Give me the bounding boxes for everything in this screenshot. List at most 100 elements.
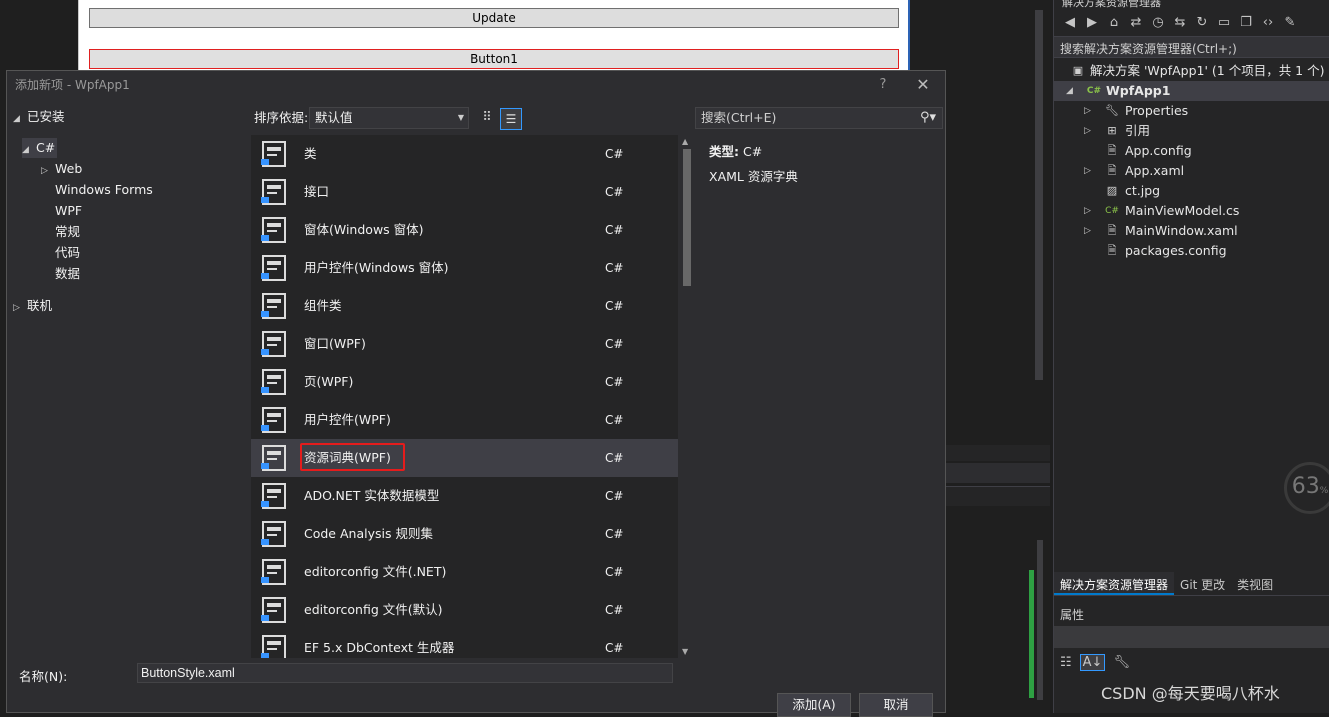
switch-views-icon[interactable]: ⇄ — [1128, 15, 1144, 30]
resource-dictionary-icon — [259, 443, 289, 473]
collapsed-arrow-icon[interactable]: ▷ — [1084, 101, 1094, 121]
tree-item-properties[interactable]: ▷ 🔧︎ Properties — [1054, 101, 1329, 121]
close-button[interactable]: ✕ — [913, 71, 933, 99]
tree-code[interactable]: 代码 — [55, 243, 80, 263]
collapsed-arrow-icon[interactable]: ▷ — [13, 298, 27, 318]
solution-node[interactable]: ▣ 解决方案 'WpfApp1' (1 个项目，共 1 个) — [1054, 61, 1329, 81]
template-row[interactable]: Code Analysis 规则集 C# — [251, 515, 678, 553]
template-name: Code Analysis 规则集 — [304, 526, 433, 541]
category-tree: ◢ 已安装 ◢ C# ▷ Web Windows Forms WPF 常规 代码 数据… — [7, 103, 251, 658]
expanded-arrow-icon[interactable]: ◢ — [22, 140, 36, 160]
template-row[interactable]: 用户控件(Windows 窗体) C# — [251, 249, 678, 287]
tree-item-mainviewmodel[interactable]: ▷ C# MainViewModel.cs — [1054, 201, 1329, 221]
template-language: C# — [605, 641, 624, 655]
template-row[interactable]: ADO.NET 实体数据模型 C# — [251, 477, 678, 515]
tree-item-ct-jpg[interactable]: ▨ ct.jpg — [1054, 181, 1329, 201]
tree-item-packages-config[interactable]: 🗎︎ packages.config — [1054, 241, 1329, 261]
tree-wpf[interactable]: WPF — [55, 201, 82, 221]
template-language: C# — [605, 565, 624, 579]
tab-git-changes[interactable]: Git 更改 — [1174, 572, 1231, 595]
sort-dropdown[interactable]: 默认值 ▼ — [309, 107, 469, 129]
scroll-thumb[interactable] — [683, 149, 691, 286]
tree-web[interactable]: ▷ Web — [41, 159, 82, 179]
tree-windows-forms[interactable]: Windows Forms — [55, 180, 153, 200]
template-row[interactable]: 窗体(Windows 窗体) C# — [251, 211, 678, 249]
template-name: ADO.NET 实体数据模型 — [304, 488, 440, 503]
help-button[interactable]: ? — [873, 71, 893, 99]
search-icon[interactable]: ⚲▾ — [920, 108, 936, 128]
template-list-scrollbar[interactable]: ▲ ▼ — [680, 135, 694, 658]
show-all-files-icon[interactable]: ❐ — [1238, 15, 1254, 30]
add-button[interactable]: 添加(A) — [777, 693, 851, 717]
code-navigation-bar[interactable] — [946, 486, 1050, 506]
tree-online[interactable]: ▷ 联机 — [13, 296, 52, 316]
properties-wrench-icon[interactable]: ✎ — [1282, 15, 1298, 30]
list-view-icon[interactable]: ☰ — [500, 108, 522, 130]
template-row[interactable]: 接口 C# — [251, 173, 678, 211]
categorized-icon[interactable]: ☷ — [1060, 655, 1072, 670]
refresh-icon[interactable]: ↻ — [1194, 15, 1210, 30]
template-row[interactable]: 资源词典(WPF) C# — [251, 439, 678, 477]
grid-view-icon[interactable]: ⠿ — [477, 108, 497, 128]
template-row[interactable]: editorconfig 文件(默认) C# — [251, 591, 678, 629]
template-search-input[interactable]: 搜索(Ctrl+E) ⚲▾ — [695, 107, 943, 129]
template-row[interactable]: 组件类 C# — [251, 287, 678, 325]
code-icon[interactable]: ‹› — [1260, 15, 1276, 30]
template-row[interactable]: 页(WPF) C# — [251, 363, 678, 401]
sync-icon[interactable]: ⇆ — [1172, 15, 1188, 30]
tree-item-app-xaml[interactable]: ▷ 🗎︎ App.xaml — [1054, 161, 1329, 181]
csharp-file-icon: C# — [1105, 206, 1119, 216]
template-language: C# — [605, 299, 624, 313]
template-detail-pane: 类型: C# XAML 资源字典 — [695, 135, 943, 658]
history-icon[interactable]: ◷ — [1150, 15, 1166, 30]
expanded-arrow-icon[interactable]: ◢ — [13, 109, 27, 129]
designer-horizontal-scrollbar[interactable] — [946, 445, 1050, 461]
template-row[interactable]: 类 C# — [251, 135, 678, 173]
tree-item-app-config[interactable]: 🗎︎ App.config — [1054, 141, 1329, 161]
config-file-icon: 🗎︎ — [1107, 144, 1117, 157]
template-row[interactable]: 用户控件(WPF) C# — [251, 401, 678, 439]
name-field[interactable] — [137, 663, 673, 683]
template-name: EF 5.x DbContext 生成器 — [304, 640, 455, 655]
scroll-up-icon[interactable]: ▲ — [682, 137, 688, 146]
template-name: 用户控件(WPF) — [304, 412, 391, 427]
home-icon[interactable]: ⌂ — [1106, 15, 1122, 30]
tree-general[interactable]: 常规 — [55, 222, 80, 242]
template-name: 接口 — [304, 184, 330, 199]
button1-preview[interactable]: Button1 — [89, 49, 899, 69]
image-file-icon: ▨ — [1106, 184, 1118, 197]
collapsed-arrow-icon[interactable]: ▷ — [1084, 161, 1094, 181]
collapse-all-icon[interactable]: ▭ — [1216, 15, 1232, 30]
tab-solution-explorer[interactable]: 解决方案资源管理器 — [1054, 572, 1175, 595]
progress-percent-unit: % — [1319, 486, 1329, 496]
tree-item-references[interactable]: ▷ ⊞ 引用 — [1054, 121, 1329, 141]
project-node[interactable]: ◢ C# WpfApp1 — [1054, 81, 1329, 101]
expanded-arrow-icon[interactable]: ◢ — [1066, 81, 1076, 101]
template-row[interactable]: EF 5.x DbContext 生成器 C# — [251, 629, 678, 658]
cancel-button[interactable]: 取消 — [859, 693, 933, 717]
update-button-preview[interactable]: Update — [89, 8, 899, 28]
highlight-annotation-box — [300, 443, 405, 471]
template-row[interactable]: editorconfig 文件(.NET) C# — [251, 553, 678, 591]
ruleset-icon — [259, 519, 289, 549]
collapsed-arrow-icon[interactable]: ▷ — [1084, 201, 1094, 221]
tab-class-view[interactable]: 类视图 — [1231, 572, 1279, 595]
back-icon[interactable]: ◀ — [1062, 15, 1078, 30]
component-icon — [259, 291, 289, 321]
collapsed-arrow-icon[interactable]: ▷ — [1084, 221, 1094, 241]
collapsed-arrow-icon[interactable]: ▷ — [41, 161, 55, 181]
scroll-down-icon[interactable]: ▼ — [682, 647, 688, 656]
collapsed-arrow-icon[interactable]: ▷ — [1084, 121, 1094, 141]
properties-object-selector[interactable] — [1054, 626, 1329, 648]
alphabetical-icon[interactable]: A↓ — [1079, 653, 1106, 671]
forward-icon[interactable]: ▶ — [1084, 15, 1100, 30]
solution-search-input[interactable]: 搜索解决方案资源管理器(Ctrl+;) — [1054, 36, 1329, 58]
tree-data[interactable]: 数据 — [55, 264, 80, 284]
property-pages-icon[interactable]: 🔧︎ — [1113, 655, 1130, 670]
tree-item-mainwindow[interactable]: ▷ 🗎︎ MainWindow.xaml — [1054, 221, 1329, 241]
template-row[interactable]: 窗口(WPF) C# — [251, 325, 678, 363]
tree-installed[interactable]: ◢ 已安装 — [13, 107, 65, 127]
code-vertical-scrollbar[interactable] — [1034, 510, 1046, 710]
designer-vertical-scrollbar[interactable] — [1032, 0, 1046, 445]
tree-csharp[interactable]: ◢ C# — [22, 138, 57, 158]
